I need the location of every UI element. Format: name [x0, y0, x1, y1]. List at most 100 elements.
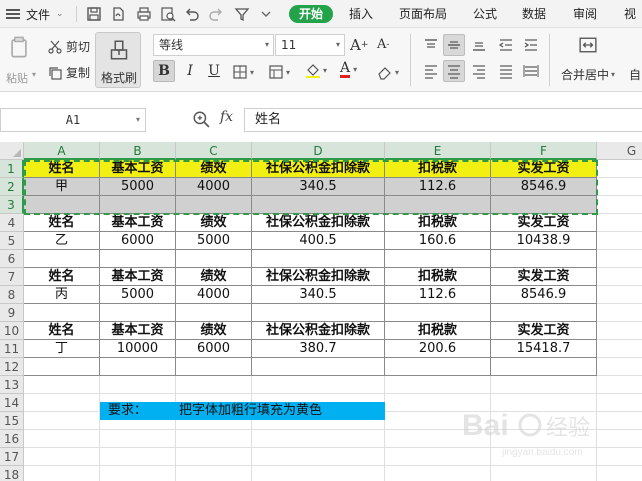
cell-b11[interactable]: 10000: [100, 340, 176, 358]
cell-b5[interactable]: 6000: [100, 232, 176, 250]
cell-c13[interactable]: [176, 376, 252, 394]
font-color-button[interactable]: A ▾: [340, 61, 357, 78]
row-header-15[interactable]: 15: [0, 412, 24, 430]
cell-a16[interactable]: [24, 430, 100, 448]
cell-b8[interactable]: 5000: [100, 286, 176, 304]
cell-a11[interactable]: 丁: [24, 340, 100, 358]
cell-c2[interactable]: 4000: [176, 178, 252, 196]
column-header-g[interactable]: G: [597, 142, 642, 160]
cell-f13[interactable]: [491, 376, 597, 394]
cell-d6[interactable]: [252, 250, 385, 268]
cell-d4[interactable]: 社保公积金扣除款: [252, 214, 385, 232]
cell-f12[interactable]: [491, 358, 597, 376]
cell-f6[interactable]: [491, 250, 597, 268]
italic-button[interactable]: I: [179, 60, 201, 82]
cell-d13[interactable]: [252, 376, 385, 394]
cell-a12[interactable]: [24, 358, 100, 376]
cell-d8[interactable]: 340.5: [252, 286, 385, 304]
cell-e2[interactable]: 112.6: [385, 178, 491, 196]
cell-a18[interactable]: [24, 466, 100, 481]
cell-b1[interactable]: 基本工资: [100, 160, 176, 178]
align-left-icon[interactable]: [420, 60, 442, 82]
cell-a10[interactable]: 姓名: [24, 322, 100, 340]
customize-toolbar-icon[interactable]: [256, 4, 276, 24]
row-header-18[interactable]: 18: [0, 466, 24, 481]
cell-a9[interactable]: [24, 304, 100, 322]
cell-a1[interactable]: 姓名: [24, 160, 100, 178]
cell-c18[interactable]: [176, 466, 252, 481]
cell-d10[interactable]: 社保公积金扣除款: [252, 322, 385, 340]
fill-color-button[interactable]: ▾: [305, 62, 327, 78]
cell-a14[interactable]: [24, 394, 100, 412]
increase-indent-icon[interactable]: [520, 34, 542, 56]
file-menu[interactable]: 文件 ⌄: [0, 4, 72, 24]
cell-a3[interactable]: [24, 196, 100, 214]
cell-g7[interactable]: [597, 268, 642, 286]
wrap-text-button[interactable]: 自: [629, 66, 641, 83]
row-header-1[interactable]: 1: [0, 160, 24, 178]
cell-c8[interactable]: 4000: [176, 286, 252, 304]
justify-icon[interactable]: [495, 60, 517, 82]
distributed-align-icon[interactable]: [520, 60, 542, 82]
align-center-icon[interactable]: [443, 60, 465, 82]
cell-f5[interactable]: 10438.9: [491, 232, 597, 250]
cell-e11[interactable]: 200.6: [385, 340, 491, 358]
column-header-a[interactable]: A: [24, 142, 100, 160]
select-all-corner[interactable]: [0, 142, 24, 160]
cell-c1[interactable]: 绩效: [176, 160, 252, 178]
tab-data[interactable]: 数据: [522, 5, 546, 23]
align-bottom-icon[interactable]: [468, 34, 490, 56]
cell-e1[interactable]: 扣税款: [385, 160, 491, 178]
row-header-17[interactable]: 17: [0, 448, 24, 466]
format-painter-button[interactable]: 格式刷: [95, 32, 141, 88]
print-icon[interactable]: [134, 4, 154, 24]
cell-d11[interactable]: 380.7: [252, 340, 385, 358]
save-icon[interactable]: [84, 4, 104, 24]
underline-button[interactable]: U: [203, 60, 225, 82]
decrease-indent-icon[interactable]: [495, 34, 517, 56]
cell-g4[interactable]: [597, 214, 642, 232]
cell-e18[interactable]: [385, 466, 491, 481]
row-header-16[interactable]: 16: [0, 430, 24, 448]
cell-b4[interactable]: 基本工资: [100, 214, 176, 232]
cell-a4[interactable]: 姓名: [24, 214, 100, 232]
cell-c12[interactable]: [176, 358, 252, 376]
row-header-8[interactable]: 8: [0, 286, 24, 304]
cell-a17[interactable]: [24, 448, 100, 466]
cell-e3[interactable]: [385, 196, 491, 214]
row-header-3[interactable]: 3: [0, 196, 24, 214]
cell-b13[interactable]: [100, 376, 176, 394]
cell-f11[interactable]: 15418.7: [491, 340, 597, 358]
cell-d17[interactable]: [252, 448, 385, 466]
cell-b9[interactable]: [100, 304, 176, 322]
bold-button[interactable]: B: [153, 60, 175, 82]
cell-g8[interactable]: [597, 286, 642, 304]
spreadsheet-grid[interactable]: A B C D E F G 1 2 3 4 5 6 7 8 9 10 11 12…: [0, 142, 642, 481]
cell-d12[interactable]: [252, 358, 385, 376]
cell-d3[interactable]: [252, 196, 385, 214]
paste-button[interactable]: 粘贴: [6, 36, 30, 86]
cell-g3[interactable]: [597, 196, 642, 214]
cell-e7[interactable]: 扣税款: [385, 268, 491, 286]
cell-d2[interactable]: 340.5: [252, 178, 385, 196]
row-header-5[interactable]: 5: [0, 232, 24, 250]
borders-button[interactable]: ▾: [232, 64, 254, 80]
cell-b18[interactable]: [100, 466, 176, 481]
formula-input[interactable]: 姓名: [244, 108, 642, 132]
export-pdf-icon[interactable]: [108, 4, 128, 24]
cell-e12[interactable]: [385, 358, 491, 376]
row-header-13[interactable]: 13: [0, 376, 24, 394]
cell-a5[interactable]: 乙: [24, 232, 100, 250]
cell-d1[interactable]: 社保公积金扣除款: [252, 160, 385, 178]
redo-icon[interactable]: [206, 4, 226, 24]
align-right-icon[interactable]: [468, 60, 490, 82]
cell-e9[interactable]: [385, 304, 491, 322]
cell-c6[interactable]: [176, 250, 252, 268]
zoom-icon[interactable]: [192, 110, 210, 128]
cell-a13[interactable]: [24, 376, 100, 394]
row-header-10[interactable]: 10: [0, 322, 24, 340]
column-header-b[interactable]: B: [100, 142, 176, 160]
cell-c11[interactable]: 6000: [176, 340, 252, 358]
row-header-7[interactable]: 7: [0, 268, 24, 286]
cell-f18[interactable]: [491, 466, 597, 481]
